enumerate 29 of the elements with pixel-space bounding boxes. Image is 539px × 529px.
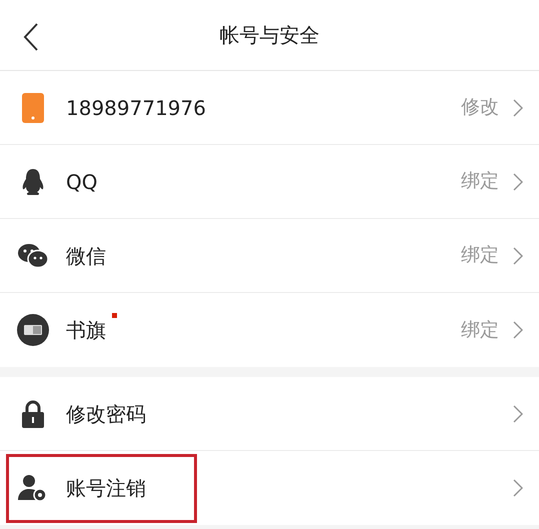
user-settings-icon	[18, 474, 48, 502]
chevron-right-icon	[513, 246, 523, 264]
chevron-right-icon	[513, 98, 523, 116]
book-logo-icon	[17, 314, 49, 346]
row-action: 绑定	[461, 243, 499, 268]
row-label: QQ	[66, 168, 98, 196]
row-label: 18989771976	[66, 94, 206, 122]
settings-row[interactable]: 书旗 绑定	[0, 293, 539, 367]
chevron-right-icon	[513, 321, 523, 339]
chevron-right-icon	[513, 479, 523, 497]
row-action: 绑定	[461, 169, 499, 194]
settings-row[interactable]: 18989771976 修改	[0, 71, 539, 145]
page-title: 帐号与安全	[220, 22, 320, 49]
settings-row[interactable]: 微信 绑定	[0, 219, 539, 293]
row-label: 微信	[66, 242, 106, 270]
chevron-right-icon	[513, 404, 523, 422]
lock-icon	[21, 400, 45, 428]
settings-row[interactable]: 修改密码	[0, 377, 539, 451]
row-action: 修改	[461, 95, 499, 120]
phone-icon	[22, 92, 44, 122]
row-label: 书旗	[66, 317, 106, 344]
row-label: 修改密码	[66, 400, 146, 428]
chevron-right-icon	[513, 172, 523, 190]
settings-row[interactable]: QQ 绑定	[0, 145, 539, 219]
chat-icon	[17, 242, 49, 268]
penguin-icon	[21, 168, 45, 196]
settings-row[interactable]: 账号注销	[0, 451, 539, 525]
row-label: 账号注销	[66, 475, 146, 502]
row-action: 绑定	[461, 318, 499, 343]
